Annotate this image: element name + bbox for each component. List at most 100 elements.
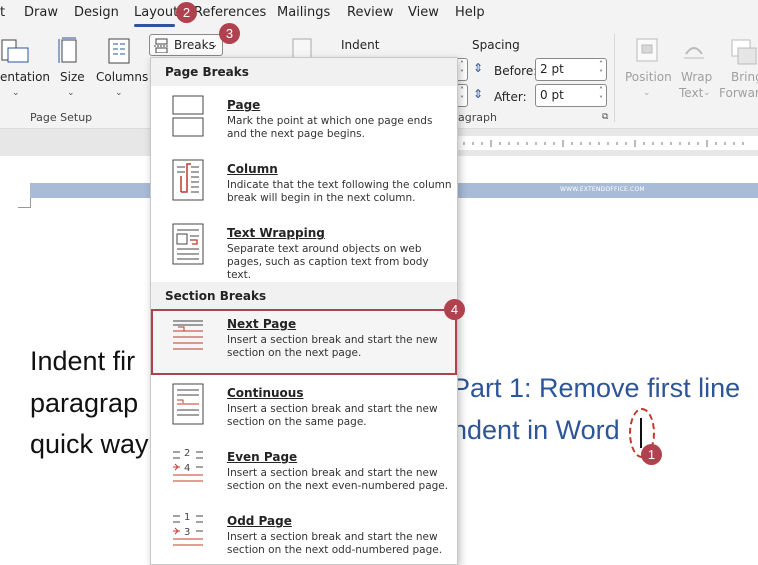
page-setup-group-label: Page Setup	[30, 111, 93, 124]
next-page-break-icon	[173, 320, 203, 350]
odd-page-title: Odd Page	[227, 514, 292, 528]
next-page-desc: Insert a section break and start the new…	[227, 334, 438, 359]
wrap-text-label[interactable]: Text	[679, 86, 703, 100]
step-badge-2: 2	[176, 2, 197, 23]
menu-item-next-page-break[interactable]: Next Page Insert a section break and sta…	[151, 309, 457, 375]
wrap-text-icon[interactable]	[680, 36, 708, 64]
position-icon[interactable]	[634, 36, 662, 64]
size-label[interactable]: Size	[60, 70, 85, 84]
active-tab-indicator	[134, 24, 175, 27]
menu-item-even-page-break[interactable]: 2 4 Even Page Insert a section break and…	[151, 442, 457, 506]
orientation-label[interactable]: entation	[0, 70, 50, 84]
dialog-launcher-icon[interactable]: ⧉	[602, 112, 608, 122]
text-wrapping-icon	[172, 223, 204, 265]
size-icon[interactable]	[56, 36, 82, 66]
continuous-title: Continuous	[227, 386, 304, 400]
spacing-after-label: After:	[494, 90, 527, 104]
bring-label[interactable]: Bring	[731, 70, 758, 84]
chevron-down-icon: ⌄	[12, 88, 20, 98]
menu-draw[interactable]: Draw	[24, 5, 58, 20]
heading-line-2[interactable]: ndent in Word	[452, 415, 620, 446]
menu-view[interactable]: View	[408, 5, 439, 20]
breaks-icon	[154, 38, 169, 53]
text-wrapping-title: Text Wrapping	[227, 226, 325, 240]
breaks-button[interactable]: Breaks ⌄	[149, 34, 223, 56]
even-page-desc: Insert a section break and start the new…	[227, 467, 449, 492]
svg-text:2: 2	[184, 448, 190, 459]
page-break-title: Page	[227, 98, 261, 112]
body-text-line-3[interactable]: quick way	[30, 429, 149, 460]
spacing-before-input[interactable]: 2 pt ˄ ˅	[535, 58, 607, 81]
step-badge-3: 3	[219, 23, 240, 44]
menu-references[interactable]: References	[194, 5, 266, 20]
svg-text:4: 4	[184, 463, 190, 474]
menu-bar: t Draw Design Layout References Mailings…	[0, 0, 758, 28]
menu-review[interactable]: Review	[347, 5, 393, 20]
chevron-down-icon: ⌄	[211, 40, 218, 49]
next-page-title: Next Page	[227, 317, 297, 331]
stepper-arrows-icon[interactable]: ˄ ˅	[460, 60, 464, 78]
wrap-label[interactable]: Wrap	[681, 70, 712, 84]
spacing-before-label: Before:	[494, 64, 538, 78]
menu-design[interactable]: Design	[74, 5, 119, 20]
column-break-title: Column	[227, 162, 278, 176]
menu-file-partial[interactable]: t	[0, 5, 5, 20]
indent-label: Indent	[341, 38, 380, 52]
menu-mailings[interactable]: Mailings	[277, 5, 330, 20]
spacing-after-value: 0 pt	[540, 88, 564, 102]
odd-page-break-icon: 1 3	[173, 512, 203, 546]
bring-forward-icon[interactable]	[728, 36, 758, 66]
chevron-down-icon: ⌄	[643, 88, 651, 98]
paragraph-group-label: agraph	[458, 111, 497, 124]
step-badge-1: 1	[641, 444, 662, 465]
spacing-after-input[interactable]: 0 pt ˄ ˅	[535, 84, 607, 107]
menu-item-page-break[interactable]: Page Mark the point at which one page en…	[151, 90, 457, 154]
menu-layout[interactable]: Layout	[134, 5, 178, 20]
page-break-desc: Mark the point at which one page ends an…	[227, 115, 433, 140]
margin-corner-mark	[18, 198, 31, 208]
body-text-line-1[interactable]: Indent fir	[30, 346, 135, 377]
chevron-down-icon: ⌄	[703, 88, 711, 98]
position-label[interactable]: Position	[625, 70, 672, 84]
columns-label[interactable]: Columns	[96, 70, 148, 84]
chevron-down-icon: ⌄	[67, 88, 75, 98]
odd-page-desc: Insert a section break and start the new…	[227, 531, 443, 556]
ribbon-divider	[614, 34, 615, 122]
columns-icon[interactable]	[106, 36, 132, 66]
continuous-desc: Insert a section break and start the new…	[227, 403, 438, 428]
text-wrapping-desc: Separate text around objects on web page…	[227, 243, 429, 281]
spacing-before-icon: ⇕	[473, 61, 484, 75]
stepper-arrows-icon[interactable]: ˄ ˅	[599, 60, 603, 78]
menu-item-text-wrapping-break[interactable]: Text Wrapping Separate text around objec…	[151, 218, 457, 282]
breaks-label: Breaks	[174, 38, 215, 52]
stepper-arrows-icon[interactable]: ˄ ˅	[599, 86, 603, 104]
page-break-icon	[172, 95, 204, 137]
column-break-icon	[172, 159, 204, 201]
menu-help[interactable]: Help	[455, 5, 485, 20]
svg-text:1: 1	[184, 512, 190, 523]
body-text-line-2[interactable]: paragrap	[30, 388, 138, 419]
orientation-icon[interactable]	[0, 36, 30, 66]
section-breaks-header: Section Breaks	[151, 282, 457, 310]
ruler-ticks	[463, 140, 744, 147]
menu-item-continuous-break[interactable]: Continuous Insert a section break and st…	[151, 378, 457, 442]
forward-label[interactable]: Forwar	[719, 86, 758, 100]
chevron-down-icon: ⌄	[115, 88, 123, 98]
spacing-label: Spacing	[472, 38, 520, 52]
spacing-before-value: 2 pt	[540, 62, 564, 76]
menu-item-column-break[interactable]: Column Indicate that the text following …	[151, 154, 457, 218]
horizontal-ruler[interactable]	[456, 136, 758, 150]
heading-line-1[interactable]: Part 1: Remove first line	[452, 373, 740, 404]
breaks-dropdown-menu: Page Breaks Page Mark the point at which…	[150, 57, 458, 565]
even-page-title: Even Page	[227, 450, 298, 464]
even-page-break-icon: 2 4	[173, 448, 203, 482]
step-badge-4: 4	[444, 299, 465, 320]
page-breaks-header: Page Breaks	[151, 58, 457, 86]
header-band-text: WWW.EXTENDOFFICE.COM	[560, 186, 645, 193]
column-break-desc: Indicate that the text following the col…	[227, 179, 452, 204]
menu-item-odd-page-break[interactable]: 1 3 Odd Page Insert a section break and …	[151, 506, 457, 565]
stepper-arrows-icon[interactable]: ˄ ˅	[460, 86, 464, 104]
continuous-break-icon	[172, 383, 204, 425]
svg-text:3: 3	[184, 527, 190, 538]
spacing-after-icon: ⇕	[473, 87, 484, 101]
